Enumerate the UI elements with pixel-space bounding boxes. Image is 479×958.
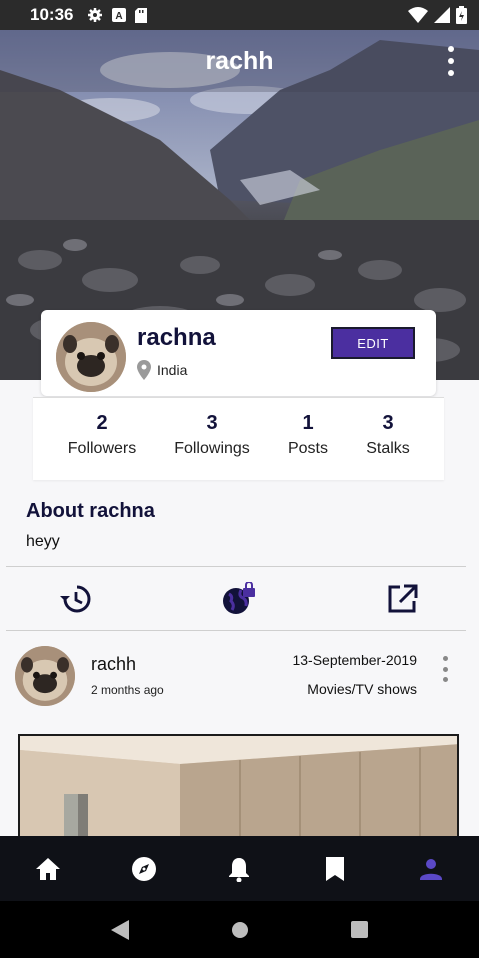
back-icon[interactable] xyxy=(111,919,129,940)
nav-explore[interactable] xyxy=(124,849,164,889)
cover-title: rachh xyxy=(205,46,274,75)
divider xyxy=(6,630,466,631)
profile-name: rachna xyxy=(137,324,216,351)
pug-avatar-image xyxy=(15,646,75,706)
notifications-bell-icon xyxy=(229,857,250,882)
location: India xyxy=(137,360,187,380)
stat-value: 3 xyxy=(382,412,394,434)
nav-notifications[interactable] xyxy=(219,849,259,889)
stat-label: Followings xyxy=(174,440,250,457)
post-avatar[interactable] xyxy=(15,646,75,706)
settings-icon xyxy=(88,8,103,22)
edit-profile-button[interactable]: EDIT xyxy=(331,327,415,359)
avatar[interactable] xyxy=(56,322,126,392)
bottom-navigation xyxy=(0,836,479,901)
stat-label: Followers xyxy=(67,440,137,457)
wifi-icon xyxy=(408,7,428,23)
profile-icon xyxy=(420,858,443,880)
nav-bookmarks[interactable] xyxy=(315,849,355,889)
room-interior-image xyxy=(20,736,457,836)
stat-posts[interactable]: 1 Posts xyxy=(285,412,331,458)
stat-label: Stalks xyxy=(366,440,410,457)
post-image[interactable] xyxy=(18,734,459,836)
profile-card: rachna India EDIT xyxy=(41,310,436,396)
pug-avatar-image xyxy=(56,322,126,392)
nav-home[interactable] xyxy=(28,849,68,889)
status-time: 10:36 xyxy=(30,5,74,24)
home-circle-icon[interactable] xyxy=(231,921,249,939)
location-pin-icon xyxy=(137,360,151,380)
stat-label: Posts xyxy=(287,440,328,457)
system-navigation-bar xyxy=(0,901,479,958)
post-category: Movies/TV shows xyxy=(307,681,417,697)
stat-stalks[interactable]: 3 Stalks xyxy=(363,412,413,458)
stat-value: 1 xyxy=(302,412,314,434)
overflow-menu-icon[interactable] xyxy=(443,46,459,76)
stat-followings[interactable]: 3 Followings xyxy=(171,412,253,458)
about-text: heyy xyxy=(26,533,60,550)
stat-value: 2 xyxy=(96,412,108,434)
stat-followers[interactable]: 2 Followers xyxy=(67,412,137,458)
open-external-icon[interactable] xyxy=(386,582,420,616)
explore-compass-icon xyxy=(131,856,156,881)
signal-icon xyxy=(434,7,450,23)
stats-bar: 2 Followers 3 Followings 1 Posts 3 Stalk… xyxy=(33,397,444,480)
recents-icon[interactable] xyxy=(351,921,368,938)
font-a-icon: A xyxy=(112,8,127,22)
post-overflow-menu-icon[interactable] xyxy=(440,656,450,682)
nav-profile[interactable] xyxy=(411,849,451,889)
status-bar: 10:36 A xyxy=(0,0,479,30)
history-icon[interactable] xyxy=(59,582,93,616)
post-time-ago: 2 months ago xyxy=(91,683,164,697)
post-date: 13-September-2019 xyxy=(292,652,417,668)
sd-card-icon xyxy=(135,7,148,23)
post-username[interactable]: rachh xyxy=(91,654,136,675)
battery-icon xyxy=(456,6,467,24)
divider xyxy=(6,566,466,567)
location-text: India xyxy=(157,362,188,378)
svg-text:A: A xyxy=(116,11,123,22)
private-globe-icon[interactable] xyxy=(221,581,255,616)
bookmark-icon xyxy=(326,856,345,881)
cover-header: rachh xyxy=(0,30,479,92)
home-icon xyxy=(35,857,60,880)
stat-value: 3 xyxy=(206,412,218,434)
about-title: About rachna xyxy=(26,500,155,522)
